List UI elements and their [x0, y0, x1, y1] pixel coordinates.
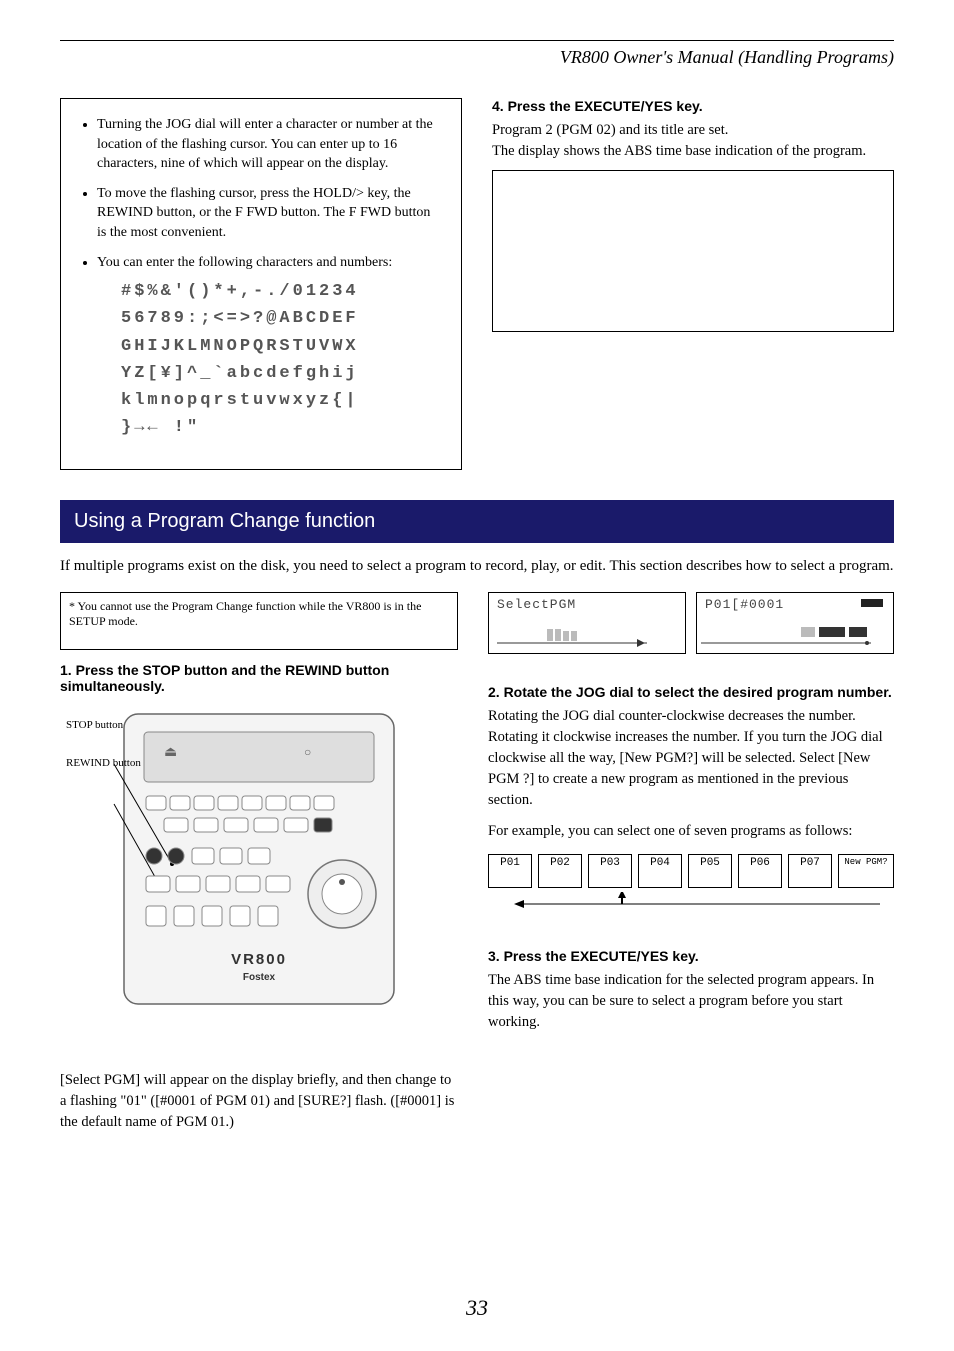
step2-heading: 2. Rotate the JOG dial to select the des…: [488, 684, 894, 700]
step4-body: Program 2 (PGM 02) and its title are set…: [492, 120, 894, 162]
program-cell: P07: [788, 854, 832, 888]
program-cell: P03: [588, 854, 632, 888]
info-bullet-3-text: You can enter the following characters a…: [97, 255, 392, 270]
lcd-pair: SelectPGM P01[#0001: [488, 592, 894, 654]
header-rule: [60, 40, 894, 41]
lcd-left: SelectPGM: [488, 592, 686, 654]
section-title-bar: Using a Program Change function: [60, 500, 894, 543]
info-bullet-3: You can enter the following characters a…: [97, 253, 443, 442]
program-cell: P02: [538, 854, 582, 888]
info-bullet-1: Turning the JOG dial will enter a charac…: [97, 115, 443, 174]
charset-line: #$%&'()*+,-./01234: [121, 278, 443, 305]
program-cell: P06: [738, 854, 782, 888]
program-cell: P05: [688, 854, 732, 888]
rewind-button-label: REWIND button: [66, 756, 146, 770]
step4-display-placeholder: [492, 170, 894, 332]
info-bullet-2: To move the flashing cursor, press the H…: [97, 184, 443, 243]
program-cell-new: New PGM?: [838, 854, 894, 888]
program-cell: P04: [638, 854, 682, 888]
svg-text:⏏: ⏏: [164, 745, 177, 760]
charset-display: #$%&'()*+,-./01234 56789:;<=>?@ABCDEF GH…: [121, 278, 443, 441]
device-illustration: VR800 Fostex ⏏ ○: [104, 704, 414, 1014]
step1-post-text: [Select PGM] will appear on the display …: [60, 1070, 458, 1133]
stop-button-label: STOP button: [66, 718, 146, 732]
lower-columns: * You cannot use the Program Change func…: [60, 592, 894, 1134]
lower-left-column: * You cannot use the Program Change func…: [60, 592, 458, 1134]
note-box: * You cannot use the Program Change func…: [60, 592, 458, 650]
device-brand-text: VR800: [231, 951, 287, 968]
callout-labels: STOP button REWIND button: [66, 718, 146, 771]
lcd-right-bars: [701, 621, 871, 649]
top-columns: Turning the JOG dial will enter a charac…: [60, 98, 894, 470]
character-info-box: Turning the JOG dial will enter a charac…: [60, 98, 462, 470]
lcd-right: P01[#0001: [696, 592, 894, 654]
charset-line: 56789:;<=>?@ABCDEF: [121, 305, 443, 332]
step2-para2: For example, you can select one of seven…: [488, 821, 894, 842]
lcd-cursor-block: [861, 599, 883, 607]
charset-line: klmnopqrstuvwxyz{|: [121, 387, 443, 414]
step4-heading: 4. Press the EXECUTE/YES key.: [492, 98, 894, 114]
step3b-heading: 3. Press the EXECUTE/YES key.: [488, 948, 894, 964]
header-title: VR800 Owner's Manual (Handling Programs): [60, 47, 894, 68]
charset-line: YZ[¥]^_`abcdefghij: [121, 360, 443, 387]
charset-line: }→← !": [121, 414, 443, 441]
svg-text:○: ○: [304, 745, 311, 759]
page: VR800 Owner's Manual (Handling Programs)…: [0, 0, 954, 1351]
charset-line: GHIJKLMNOPQRSTUVWX: [121, 333, 443, 360]
page-number: 33: [0, 1295, 954, 1321]
step2-para1: Rotating the JOG dial counter-clockwise …: [488, 706, 894, 811]
program-cell: P01: [488, 854, 532, 888]
lcd-right-text: P01[#0001: [705, 597, 885, 612]
program-arrows: [502, 892, 880, 922]
right-column: 4. Press the EXECUTE/YES key. Program 2 …: [492, 98, 894, 470]
step1-heading: 1. Press the STOP button and the REWIND …: [60, 662, 458, 694]
lower-right-column: SelectPGM P01[#0001: [488, 592, 894, 1134]
step3b-body: The ABS time base indication for the sel…: [488, 970, 894, 1033]
program-cells-row: P01 P02 P03 P04 P05 P06 P07 New PGM?: [488, 854, 894, 888]
lcd-left-text: SelectPGM: [497, 597, 677, 612]
device-sub-text: Fostex: [243, 972, 276, 983]
section-intro: If multiple programs exist on the disk, …: [60, 555, 894, 578]
lcd-left-bars: [497, 621, 647, 649]
left-column: Turning the JOG dial will enter a charac…: [60, 98, 462, 470]
